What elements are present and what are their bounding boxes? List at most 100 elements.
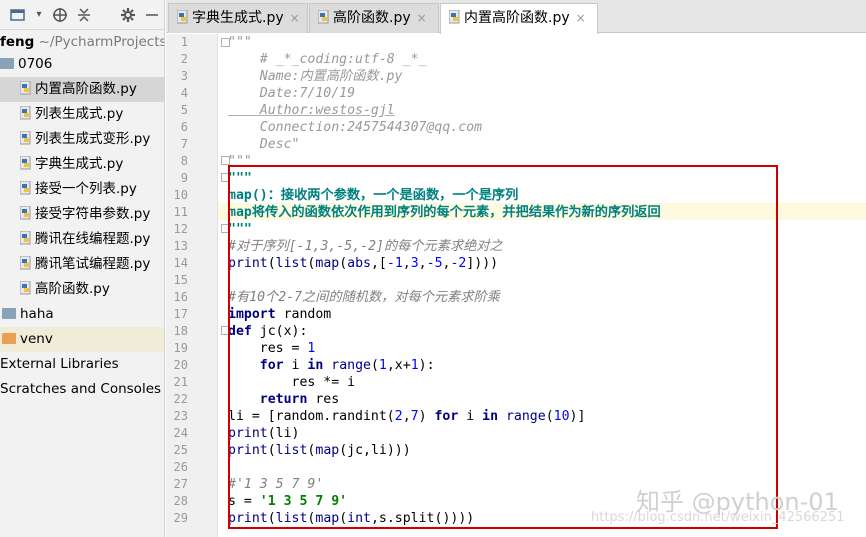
folder-icon xyxy=(2,333,16,344)
folder-icon xyxy=(0,58,14,69)
code-line: # _*_coding:utf-8 _*_ xyxy=(228,52,427,67)
line-number: 19 xyxy=(173,341,188,355)
line-number: 22 xyxy=(173,392,188,406)
watermark-url: https://blog.csdn.net/weixin_42566251 xyxy=(591,510,845,525)
line-number: 7 xyxy=(180,137,188,151)
tab-builtin-higher-order[interactable]: 内置高阶函数.py × xyxy=(440,3,598,34)
line-number: 29 xyxy=(173,511,188,525)
tab-label: 高阶函数.py xyxy=(333,10,411,26)
project-view-icon[interactable] xyxy=(10,7,26,23)
line-number: 23 xyxy=(173,409,188,423)
tree-item-label: 内置高阶函数.py xyxy=(35,81,137,97)
editor-tab-bar: 字典生成式.py × 高阶函数.py × 内置高阶函数.py × xyxy=(166,0,866,34)
line-number: 1 xyxy=(180,35,188,49)
line-number: 10 xyxy=(173,188,188,202)
minimize-icon[interactable] xyxy=(144,7,160,23)
locate-target-icon[interactable] xyxy=(52,7,68,23)
python-file-icon xyxy=(19,204,32,220)
line-number: 14 xyxy=(173,256,188,270)
line-number: 28 xyxy=(173,494,188,508)
python-file-icon xyxy=(19,129,32,145)
tree-file[interactable]: 高阶函数.py xyxy=(0,277,164,302)
line-number: 11 xyxy=(173,205,188,219)
tree-file[interactable]: 腾讯在线编程题.py xyxy=(0,227,164,252)
code-line: Name:内置高阶函数.py xyxy=(228,69,403,84)
project-panel: ▾ feng ~/PycharmProjects/ 0706 内置高阶函数.py… xyxy=(0,0,165,537)
folder-icon xyxy=(2,308,16,319)
tree-item-label: 接受一个列表.py xyxy=(35,181,137,197)
close-icon[interactable]: × xyxy=(290,11,300,25)
tree-item-label: 腾讯在线编程题.py xyxy=(35,231,151,247)
python-file-icon xyxy=(317,6,330,24)
python-file-icon xyxy=(19,154,32,170)
tree-external-libraries[interactable]: External Libraries xyxy=(0,352,164,377)
line-number: 18 xyxy=(173,324,188,338)
code-line: Date:7/10/19 xyxy=(228,86,356,101)
tab-higher-order[interactable]: 高阶函数.py × xyxy=(309,3,439,33)
close-icon[interactable]: × xyxy=(417,11,427,25)
code-line: Author:westos-gjl xyxy=(228,102,395,119)
line-number: 5 xyxy=(180,103,188,117)
tree-folder-venv[interactable]: venv xyxy=(0,327,164,352)
tree-item-label: 腾讯笔试编程题.py xyxy=(35,256,151,272)
chevron-down-icon[interactable]: ▾ xyxy=(34,7,44,23)
python-file-icon xyxy=(19,104,32,120)
line-number: 4 xyxy=(180,86,188,100)
tree-file[interactable]: 接受一个列表.py xyxy=(0,177,164,202)
line-number: 17 xyxy=(173,307,188,321)
tree-item-label: 字典生成式.py xyxy=(35,156,124,172)
tree-item-label: 接受字符串参数.py xyxy=(35,206,151,222)
tree-item-label: 高阶函数.py xyxy=(35,281,110,297)
tree-file[interactable]: 列表生成式.py xyxy=(0,102,164,127)
close-icon[interactable]: × xyxy=(576,11,586,25)
tree-item-label: 列表生成式.py xyxy=(35,106,124,122)
annotation-red-box xyxy=(228,165,778,529)
line-number: 13 xyxy=(173,239,188,253)
tab-label: 内置高阶函数.py xyxy=(464,10,570,26)
line-number: 6 xyxy=(180,120,188,134)
python-file-icon xyxy=(19,279,32,295)
tree-file-neizhi[interactable]: 内置高阶函数.py xyxy=(0,77,164,102)
line-number: 8 xyxy=(180,154,188,168)
tree-folder-0706[interactable]: 0706 xyxy=(0,52,164,77)
tree-item-label: haha xyxy=(20,306,54,322)
gear-icon[interactable] xyxy=(120,7,136,23)
tree-file[interactable]: 列表生成式变形.py xyxy=(0,127,164,152)
code-line: """ xyxy=(228,35,252,50)
project-root-path: ~/PycharmProjects/ xyxy=(38,34,165,50)
line-number: 3 xyxy=(180,69,188,83)
tree-item-label: 0706 xyxy=(18,56,53,72)
code-line: Desc" xyxy=(228,137,300,152)
line-number: 20 xyxy=(173,358,188,372)
tree-item-label: External Libraries xyxy=(0,356,119,372)
line-number: 21 xyxy=(173,375,188,389)
project-root-name: feng xyxy=(0,34,35,50)
python-file-icon xyxy=(19,179,32,195)
line-number: 2 xyxy=(180,52,188,66)
python-file-icon xyxy=(176,6,189,24)
tree-file[interactable]: 字典生成式.py xyxy=(0,152,164,177)
tree-file[interactable]: 腾讯笔试编程题.py xyxy=(0,252,164,277)
tree-item-label: venv xyxy=(20,331,53,347)
tree-scratches[interactable]: Scratches and Consoles xyxy=(0,377,164,402)
tree-item-label: 列表生成式变形.py xyxy=(35,131,151,147)
tab-dict-comprehension[interactable]: 字典生成式.py × xyxy=(168,3,308,33)
line-number: 25 xyxy=(173,443,188,457)
line-number: 15 xyxy=(173,273,188,287)
line-number: 26 xyxy=(173,460,188,474)
line-number: 12 xyxy=(173,222,188,236)
python-file-icon xyxy=(19,79,32,95)
line-number: 27 xyxy=(173,477,188,491)
python-file-icon xyxy=(19,254,32,270)
code-editor[interactable]: 1 2 3 4 5 6 7 8 9 10 11 12 13 14 15 16 17 18 19 20 21 22 23 24 2… xyxy=(166,34,866,537)
collapse-all-icon[interactable] xyxy=(76,7,92,23)
python-file-icon xyxy=(19,229,32,245)
tree-item-label: Scratches and Consoles xyxy=(0,381,162,397)
tree-file[interactable]: 接受字符串参数.py xyxy=(0,202,164,227)
line-number: 24 xyxy=(173,426,188,440)
tab-label: 字典生成式.py xyxy=(192,10,284,26)
tree-folder-haha[interactable]: haha xyxy=(0,302,164,327)
line-number: 9 xyxy=(180,171,188,185)
project-toolbar: ▾ xyxy=(0,0,164,30)
python-file-icon xyxy=(448,6,461,24)
